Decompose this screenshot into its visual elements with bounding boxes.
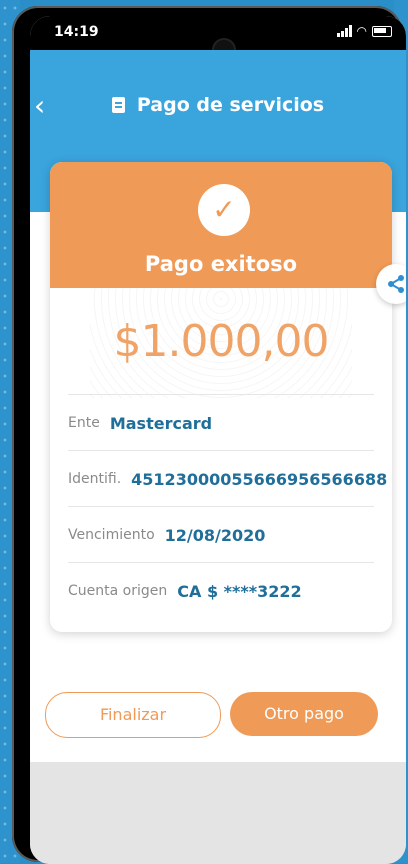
screen: 14:19 ◠ ‹ Pago de servicios ✓ Pago exito…	[30, 16, 406, 864]
bottom-area	[30, 762, 406, 864]
share-icon	[388, 275, 404, 293]
battery-icon	[372, 25, 392, 37]
detail-value: 12/08/2020	[164, 525, 266, 545]
finalize-button[interactable]: Finalizar	[45, 692, 221, 738]
detail-value: Mastercard	[109, 413, 213, 433]
document-icon	[111, 97, 125, 113]
page-title: Pago de servicios	[30, 94, 406, 116]
status-bar: 14:19 ◠	[30, 16, 406, 62]
detail-row-identificacion: Identifi. 45123000055666956566688	[68, 450, 387, 507]
receipt-card: ✓ Pago exitoso $1.000,00 Ente Mastercard…	[50, 162, 392, 632]
status-text: Pago exitoso	[144, 252, 298, 276]
detail-row-vencimiento: Vencimiento 12/08/2020	[68, 506, 374, 563]
detail-row-cuenta-origen: Cuenta origen CA $ ****3222	[68, 562, 374, 619]
amount: $1.000,00	[113, 316, 330, 367]
wifi-icon: ◠	[356, 24, 367, 38]
detail-value: CA $ ****3222	[177, 581, 302, 601]
detail-label: Identifi.	[68, 471, 122, 487]
detail-value: 45123000055666956566688	[131, 469, 388, 489]
detail-label: Vencimiento	[68, 527, 155, 543]
page-title-text: Pago de servicios	[136, 94, 325, 116]
detail-label: Ente	[68, 415, 100, 431]
status-time: 14:19	[54, 24, 99, 40]
detail-label: Cuenta origen	[68, 583, 168, 599]
phone-frame: 14:19 ◠ ‹ Pago de servicios ✓ Pago exito…	[12, 6, 406, 864]
detail-row-ente: Ente Mastercard	[68, 394, 374, 451]
receipt-header: ✓ Pago exitoso	[50, 162, 392, 288]
system-icons: ◠	[336, 24, 392, 38]
another-payment-button[interactable]: Otro pago	[230, 692, 378, 736]
check-icon: ✓	[198, 184, 250, 236]
signal-icon	[336, 25, 352, 37]
